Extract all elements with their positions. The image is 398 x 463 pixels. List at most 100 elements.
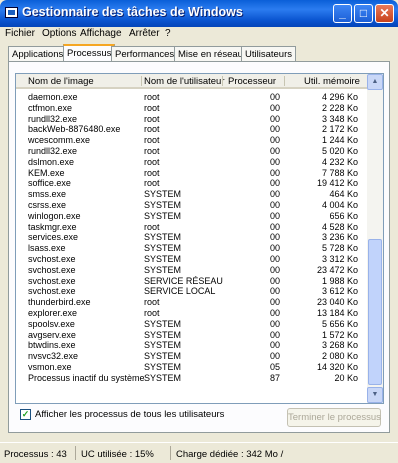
table-row[interactable]: smss.exe SYSTEM 00 464 Ko [16,189,369,200]
minimize-button[interactable]: _ [333,4,352,23]
table-row[interactable]: services.exe SYSTEM 00 3 236 Ko [16,232,369,243]
cpu-cell: 00 [269,253,280,264]
process-name-cell: vsmon.exe [28,361,72,372]
cpu-cell: 05 [269,361,280,372]
table-row[interactable]: svchost.exe SYSTEM 00 23 472 Ko [16,265,369,276]
cpu-cell: 00 [269,318,280,329]
cpu-cell: 00 [269,275,280,286]
user-name-cell: SYSTEM [144,264,182,275]
process-name-cell: ctfmon.exe [28,102,73,113]
table-row[interactable]: nvsvc32.exe SYSTEM 00 2 080 Ko [16,351,369,362]
status-divider [170,446,171,460]
process-list[interactable]: Nom de l'image Nom de l'utilisateur Proc… [15,73,384,404]
table-row[interactable]: Processus inactif du système SYSTEM 87 20 K… [16,373,369,384]
table-row[interactable]: wcescomm.exe root 00 1 244 Ko [16,135,369,146]
process-name-cell: daemon.exe [28,92,78,102]
user-name-cell: root [144,113,160,124]
table-row[interactable]: lsass.exe SYSTEM 00 5 728 Ko [16,243,369,254]
user-name-cell: root [144,102,160,113]
table-row[interactable]: csrss.exe SYSTEM 00 4 004 Ko [16,200,369,211]
user-name-cell: SYSTEM [144,318,182,329]
close-button[interactable]: ✕ [375,4,394,23]
tab-applications[interactable]: Applications [8,46,68,61]
table-row[interactable]: spoolsv.exe SYSTEM 00 5 656 Ko [16,319,369,330]
tab-performances[interactable]: Performances [111,46,179,61]
table-row[interactable]: rundll32.exe root 00 3 348 Ko [16,114,369,125]
column-divider[interactable] [141,76,142,86]
table-row[interactable]: ctfmon.exe root 00 2 228 Ko [16,103,369,114]
table-row[interactable]: KEM.exe root 00 7 788 Ko [16,168,369,179]
table-row[interactable]: svchost.exe SERVICE RÉSEAU 00 1 988 Ko [16,276,369,287]
memory-cell: 1 572 Ko [321,329,358,340]
menu-affichage[interactable]: Affichage [80,28,122,39]
cpu-cell: 00 [269,178,280,189]
table-row[interactable]: rundll32.exe root 00 5 020 Ko [16,146,369,157]
process-name-cell: svchost.exe [28,275,76,286]
table-row[interactable]: avgserv.exe SYSTEM 00 1 572 Ko [16,330,369,341]
cpu-cell: 87 [269,372,280,383]
column-header-memory[interactable]: Util. mémoire [304,76,360,87]
process-rows: daemon.exe root 00 4 296 Ko ctfmon.exe root 00… [16,92,369,384]
menu-help[interactable]: ? [165,28,171,39]
table-row[interactable]: btwdins.exe SYSTEM 00 3 268 Ko [16,340,369,351]
table-row[interactable]: taskmgr.exe root 00 4 528 Ko [16,222,369,233]
user-name-cell: SYSTEM [144,199,182,210]
memory-cell: 3 236 Ko [321,232,358,243]
cpu-cell: 00 [269,199,280,210]
cpu-cell: 00 [269,124,280,135]
column-header-user[interactable]: Nom de l'utilisateur [144,76,225,87]
memory-cell: 2 172 Ko [321,124,358,135]
title-bar[interactable]: Gestionnaire des tâches de Windows _ □ ✕ [0,0,398,27]
status-commit-charge: Charge dédiée : 342 Mo / [176,449,284,460]
end-process-button[interactable]: Terminer le processus [287,408,381,427]
column-header-cpu[interactable]: Processeur [228,76,276,87]
memory-cell: 5 020 Ko [321,145,358,156]
table-row[interactable]: dslmon.exe root 00 4 232 Ko [16,157,369,168]
maximize-button[interactable]: □ [354,4,373,23]
process-name-cell: explorer.exe [28,307,78,318]
memory-cell: 464 Ko [329,189,358,200]
scroll-down-button[interactable]: ▼ [367,387,383,403]
table-row[interactable]: svchost.exe SYSTEM 00 3 312 Ko [16,254,369,265]
menu-options[interactable]: Options [42,28,76,39]
table-row[interactable]: daemon.exe root 00 4 296 Ko [16,92,369,103]
cpu-cell: 00 [269,113,280,124]
user-name-cell: SYSTEM [144,340,182,351]
cpu-cell: 00 [269,243,280,254]
tab-network[interactable]: Mise en réseau [174,46,247,61]
process-name-cell: rundll32.exe [28,145,78,156]
table-row[interactable]: backWeb-8876480.exe root 00 2 172 Ko [16,124,369,135]
table-row[interactable]: winlogon.exe SYSTEM 00 656 Ko [16,211,369,222]
cpu-cell: 00 [269,351,280,362]
column-header-row: Nom de l'image Nom de l'utilisateur Proc… [16,74,369,89]
process-name-cell: backWeb-8876480.exe [28,124,121,135]
memory-cell: 4 232 Ko [321,156,358,167]
table-row[interactable]: explorer.exe root 00 13 184 Ko [16,308,369,319]
table-row[interactable]: thunderbird.exe root 00 23 040 Ko [16,297,369,308]
column-header-image[interactable]: Nom de l'image [28,76,94,87]
memory-cell: 4 296 Ko [321,92,358,102]
scroll-thumb[interactable] [368,239,382,385]
show-all-users-checkbox[interactable]: ✓ [20,409,31,420]
memory-cell: 2 228 Ko [321,102,358,113]
cpu-cell: 00 [269,156,280,167]
vertical-scrollbar[interactable]: ▲ ▼ [367,74,383,403]
table-row[interactable]: soffice.exe root 00 19 412 Ko [16,178,369,189]
scroll-up-button[interactable]: ▲ [367,74,383,90]
user-name-cell: SYSTEM [144,372,182,383]
table-row[interactable]: svchost.exe SERVICE LOCAL 00 3 612 Ko [16,286,369,297]
table-row[interactable]: vsmon.exe SYSTEM 05 14 320 Ko [16,362,369,373]
show-all-users-label[interactable]: Afficher les processus de tous les utili… [35,409,224,420]
user-name-cell: root [144,221,160,232]
tab-users[interactable]: Utilisateurs [241,46,296,61]
menu-arreter[interactable]: Arrêter [129,28,160,39]
tab-processus[interactable]: Processus [63,44,116,62]
user-name-cell: SYSTEM [144,189,182,200]
menu-fichier[interactable]: Fichier [5,28,35,39]
column-divider[interactable] [284,76,285,86]
user-name-cell: root [144,307,160,318]
column-divider[interactable] [222,76,223,86]
memory-cell: 1 988 Ko [321,275,358,286]
status-divider [75,446,76,460]
user-name-cell: SERVICE RÉSEAU [144,275,223,286]
